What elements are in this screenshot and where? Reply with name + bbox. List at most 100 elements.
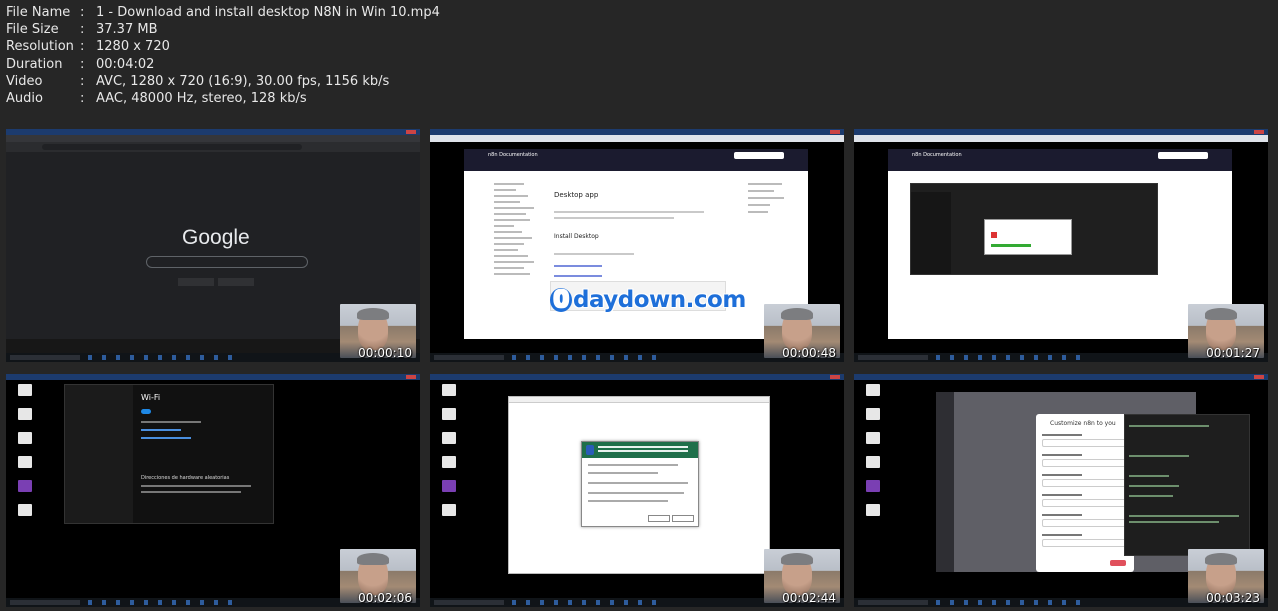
docs-brand: n8n Documentation [912,152,962,158]
timecode: 00:03:23 [1206,591,1260,605]
desktop-icons [436,384,496,528]
watermark-text: daydown.com [573,287,746,313]
shield-icon [586,445,594,455]
docs-text-line [554,253,634,255]
terminal-line [1129,485,1179,487]
info-row-file-size: File Size : 37.37 MB [6,21,440,38]
docs-toc [748,183,788,218]
dialog-box [984,219,1072,255]
info-value: AAC, 48000 Hz, stereo, 128 kb/s [96,91,307,107]
form-field [1042,459,1130,467]
timecode: 00:02:06 [358,591,412,605]
terminal-window [1124,414,1250,556]
form-label [1042,534,1082,536]
info-row-file-name: File Name : 1 - Download and install des… [6,4,440,21]
info-value: AVC, 1280 x 720 (16:9), 30.00 fps, 1156 … [96,73,390,89]
info-value: 1280 x 720 [96,39,170,55]
thumbnail-2[interactable]: n8n Documentation Desktop app Install De… [430,129,844,362]
docs-link [554,275,602,277]
form-label [1042,434,1082,436]
watermark-zero: 0 [550,288,572,312]
dialog-line [588,500,668,502]
docs-search-box [734,152,784,159]
browser-tabs [854,135,1268,142]
docs-brand: n8n Documentation [488,152,538,158]
thumbnail-5[interactable]: 00:02:44 [430,374,844,607]
docs-link [554,265,602,267]
customize-form: Customize n8n to you [1036,414,1134,572]
installer-window [508,396,770,574]
terminal-line [1129,495,1173,497]
settings-sidebar [65,385,133,523]
terminal-line [1129,425,1209,427]
thumbnail-1[interactable]: Google 00:00:10 [6,129,420,362]
form-title: Customize n8n to you [1050,420,1116,427]
form-label [1042,494,1082,496]
window-titlebar [430,374,844,380]
info-separator: : [80,39,85,55]
browser-tabs [6,135,420,142]
form-field [1042,439,1130,447]
dialog-line [588,482,688,484]
info-row-duration: Duration : 00:04:02 [6,56,440,73]
dialog-line [588,492,684,494]
lucky-button [218,278,254,286]
info-separator: : [80,5,85,20]
form-field [1042,519,1130,527]
settings-title: Wi-Fi [141,393,161,402]
error-icon [991,232,997,238]
dialog-line [588,472,658,474]
docs-title: Desktop app [554,191,599,199]
form-label [1042,514,1082,516]
thumbnail-3[interactable]: n8n Documentation 00:01:27 [854,129,1268,362]
wifi-toggle [141,409,151,414]
settings-link [141,429,181,431]
thumbnail-4[interactable]: Wi-Fi Direcciones de hardware aleatorias… [6,374,420,607]
docs-text-line [554,211,704,213]
docs-header: n8n Documentation [888,149,1232,171]
info-value: 1 - Download and install desktop N8N in … [96,5,440,20]
info-row-video: Video : AVC, 1280 x 720 (16:9), 30.00 fp… [6,73,440,90]
file-info: File Name : 1 - Download and install des… [6,4,440,107]
terminal-line [1129,515,1239,517]
watermark: 0 daydown.com [550,287,746,313]
docs-sidebar [494,183,544,279]
thumbnail-6[interactable]: Customize n8n to you 00:03:23 [854,374,1268,607]
window-titlebar [854,374,1268,380]
info-row-resolution: Resolution : 1280 x 720 [6,38,440,55]
browser-toolbar [6,142,420,152]
timecode: 00:02:44 [782,591,836,605]
dialog-line [588,464,678,466]
docs-search-box [1158,152,1208,159]
google-logo: Google [182,226,250,249]
settings-link [141,437,191,439]
allow-button [648,515,670,522]
docs-subheading: Install Desktop [554,233,599,240]
docs-text-line [554,217,674,219]
info-separator: : [80,22,85,38]
form-label [1042,474,1082,476]
form-field [1042,479,1130,487]
submit-button [1110,560,1126,566]
terminal-line [1129,455,1189,457]
docs-header: n8n Documentation [464,149,808,171]
terminal-line [1129,475,1169,477]
cancel-button [672,515,694,522]
browser-tabs [430,135,844,142]
info-key: File Size [6,22,59,38]
google-search-box [146,256,308,268]
info-value: 37.37 MB [96,22,158,38]
settings-section-title: Direcciones de hardware aleatorias [141,475,230,481]
form-field [1042,539,1130,547]
desktop-icons [12,384,72,528]
info-separator: : [80,91,85,107]
security-alert-dialog [581,441,699,527]
info-key: File Name [6,5,71,20]
form-field [1042,499,1130,507]
progress-bar [991,244,1031,247]
info-value: 00:04:02 [96,56,155,72]
terminal-line [1129,521,1219,523]
timecode: 00:00:10 [358,346,412,360]
timecode: 00:00:48 [782,346,836,360]
info-row-audio: Audio : AAC, 48000 Hz, stereo, 128 kb/s [6,90,440,107]
